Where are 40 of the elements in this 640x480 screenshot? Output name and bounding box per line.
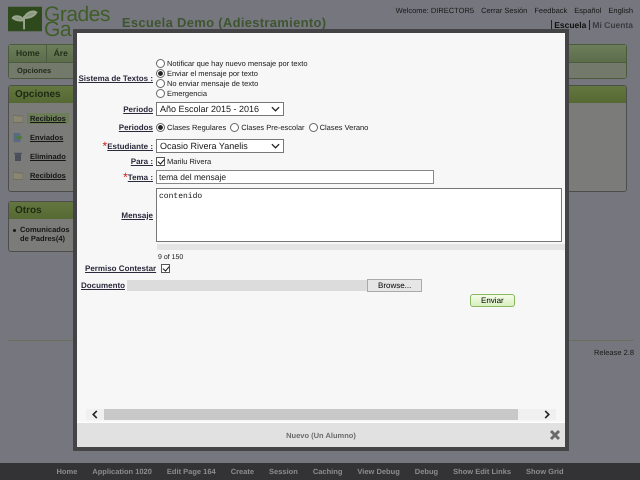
field-label: Periodos bbox=[118, 123, 153, 132]
required-mark: * bbox=[123, 173, 128, 181]
nav-tab[interactable]: Home bbox=[9, 45, 47, 62]
trash-icon bbox=[13, 152, 23, 161]
required-mark: * bbox=[102, 142, 108, 150]
radio-button[interactable] bbox=[156, 123, 165, 132]
radio-button[interactable] bbox=[156, 79, 165, 88]
bullet-icon bbox=[13, 229, 16, 232]
radio-button[interactable] bbox=[156, 69, 165, 78]
select-field[interactable]: Año Escolar 2015 - 2016 bbox=[156, 102, 284, 116]
account-tab[interactable]: Mi Cuenta bbox=[589, 20, 633, 30]
school-title: Escuela Demo (Adiestramiento) bbox=[122, 15, 326, 30]
file-field[interactable] bbox=[127, 280, 367, 291]
field-label: Periodo bbox=[123, 104, 153, 114]
field-label: Permiso Contestar bbox=[85, 264, 156, 273]
field-label: Tema : bbox=[128, 172, 153, 182]
close-icon[interactable] bbox=[549, 429, 561, 441]
radio-button[interactable] bbox=[230, 123, 240, 132]
browse-button[interactable]: Browse... bbox=[367, 279, 422, 292]
subject-field[interactable]: tema del mensaje bbox=[156, 170, 434, 184]
radio-button[interactable] bbox=[308, 123, 318, 132]
checkbox[interactable] bbox=[161, 264, 170, 273]
send-button[interactable]: Enviar bbox=[470, 294, 515, 307]
folder-icon bbox=[13, 171, 23, 180]
checkbox[interactable] bbox=[156, 157, 165, 166]
field-label: Estudiante : bbox=[107, 142, 153, 150]
folder-icon bbox=[13, 114, 23, 123]
radio-button[interactable] bbox=[156, 89, 165, 98]
logo-text: Grades bbox=[44, 7, 110, 22]
caret-icon bbox=[271, 106, 280, 112]
arrow-page-icon bbox=[13, 133, 23, 142]
plant-logo-icon bbox=[8, 6, 42, 32]
logo-text: Ga bbox=[44, 22, 72, 37]
select-field[interactable]: Ocasio Rivera Yanelis bbox=[156, 139, 284, 153]
field-label: Documento bbox=[81, 281, 125, 290]
message-field[interactable]: contenido bbox=[156, 188, 562, 242]
field-label: Sistema de Textos : bbox=[78, 74, 153, 83]
radio-button[interactable] bbox=[156, 59, 165, 68]
caret-icon bbox=[271, 143, 280, 149]
field-label: Para : bbox=[130, 157, 153, 166]
